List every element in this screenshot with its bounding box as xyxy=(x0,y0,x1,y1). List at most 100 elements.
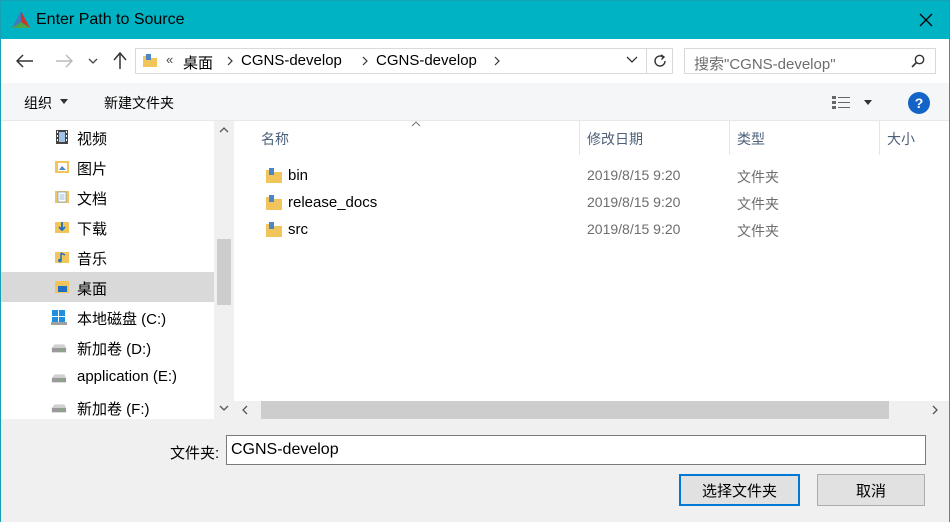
close-icon xyxy=(919,13,933,27)
nav-item-label: 文档 xyxy=(77,191,108,208)
nav-scrollbar[interactable] xyxy=(214,121,234,419)
close-button[interactable] xyxy=(903,1,949,39)
caret-down-icon[interactable] xyxy=(60,99,68,104)
downloads-folder-icon xyxy=(55,222,69,233)
sort-ascending-icon xyxy=(411,121,421,127)
chevron-right-icon[interactable] xyxy=(362,56,368,66)
app-logo-icon xyxy=(12,11,30,28)
documents-folder-icon xyxy=(55,191,69,203)
drive-icon xyxy=(51,344,67,353)
column-divider[interactable] xyxy=(879,121,880,155)
folder-icon xyxy=(266,222,282,237)
horizontal-scrollbar[interactable] xyxy=(234,401,949,419)
nav-item-drive-c[interactable]: 本地磁盘 (C:) xyxy=(1,302,214,332)
breadcrumb-cgns-develop[interactable]: CGNS-develop xyxy=(241,52,342,69)
address-overflow[interactable]: « xyxy=(166,52,173,67)
file-row[interactable]: bin 2019/8/15 9:20 文件夹 xyxy=(256,162,946,189)
nav-item-pictures[interactable]: 图片 xyxy=(1,152,214,182)
file-type: 文件夹 xyxy=(737,196,779,212)
address-row: « 桌面 CGNS-develop CGNS-develop 搜索"CGNS-d… xyxy=(1,39,949,83)
dialog-footer: 文件夹: 选择文件夹 取消 xyxy=(1,419,949,522)
nav-item-drive-d[interactable]: 新加卷 (D:) xyxy=(1,332,214,362)
nav-item-drive-e[interactable]: application (E:) xyxy=(1,362,214,392)
chevron-left-icon[interactable] xyxy=(242,405,248,415)
file-modified: 2019/8/15 9:20 xyxy=(587,194,681,210)
column-header-size[interactable]: 大小 xyxy=(887,129,915,149)
file-modified: 2019/8/15 9:20 xyxy=(587,167,681,183)
nav-item-label: application (E:) xyxy=(77,368,178,385)
select-folder-button[interactable]: 选择文件夹 xyxy=(679,474,800,506)
file-row[interactable]: release_docs 2019/8/15 9:20 文件夹 xyxy=(256,189,946,216)
nav-item-music[interactable]: 音乐 xyxy=(1,242,214,272)
folder-icon xyxy=(266,195,282,210)
column-header-modified[interactable]: 修改日期 xyxy=(587,129,643,149)
command-bar: 组织 新建文件夹 ? xyxy=(1,83,949,121)
new-folder-button[interactable]: 新建文件夹 xyxy=(104,93,174,113)
file-name: release_docs xyxy=(288,194,378,211)
nav-item-label: 视频 xyxy=(77,131,108,148)
nav-item-label: 新加卷 (D:) xyxy=(77,341,152,358)
folder-icon xyxy=(266,168,282,183)
file-list: 名称 修改日期 类型 大小 bin 2019/8/15 9:20 文件夹 rel… xyxy=(234,121,949,401)
file-name: bin xyxy=(288,167,309,184)
up-button[interactable] xyxy=(108,49,132,73)
breadcrumb-desktop[interactable]: 桌面 xyxy=(183,52,213,73)
nav-item-label: 图片 xyxy=(77,161,108,178)
refresh-icon xyxy=(653,54,666,67)
help-icon[interactable]: ? xyxy=(908,92,930,114)
column-header-type[interactable]: 类型 xyxy=(737,129,765,149)
arrow-right-icon xyxy=(56,54,73,68)
search-box[interactable]: 搜索"CGNS-develop" xyxy=(684,48,936,74)
nav-scrollbar-thumb[interactable] xyxy=(217,239,231,305)
chevron-right-icon[interactable] xyxy=(932,405,938,415)
nav-item-documents[interactable]: 文档 xyxy=(1,182,214,212)
cancel-button[interactable]: 取消 xyxy=(817,474,925,506)
pictures-folder-icon xyxy=(55,161,69,173)
navigation-pane: 视频 图片 文档 下载 音乐 桌面 本地磁盘 (C:) 新加卷 (D:) app… xyxy=(1,121,214,419)
forward-button[interactable] xyxy=(52,49,76,73)
nav-item-downloads[interactable]: 下载 xyxy=(1,212,214,242)
recent-locations-button[interactable] xyxy=(83,49,103,73)
folder-input[interactable] xyxy=(226,435,926,465)
organize-button[interactable]: 组织 xyxy=(24,93,52,113)
drive-icon xyxy=(51,404,67,413)
chevron-up-icon[interactable] xyxy=(219,127,229,133)
search-icon[interactable] xyxy=(911,54,925,68)
arrow-up-icon xyxy=(113,52,127,69)
nav-item-label: 音乐 xyxy=(77,251,108,268)
nav-item-label: 桌面 xyxy=(77,281,108,298)
chevron-right-icon[interactable] xyxy=(227,56,233,66)
window-title: Enter Path to Source xyxy=(36,11,185,28)
folder-icon xyxy=(143,54,157,67)
chevron-down-icon[interactable] xyxy=(626,56,638,64)
chevron-down-icon xyxy=(88,58,98,64)
windows-drive-icon xyxy=(51,310,67,325)
breadcrumb-cgns-develop-current[interactable]: CGNS-develop xyxy=(376,52,477,69)
music-folder-icon xyxy=(55,252,69,263)
nav-item-videos[interactable]: 视频 xyxy=(1,122,214,152)
file-row[interactable]: src 2019/8/15 9:20 文件夹 xyxy=(256,216,946,243)
dialog-window: Enter Path to Source « 桌面 CGNS-develop C… xyxy=(0,0,950,522)
column-header-name[interactable]: 名称 xyxy=(261,129,289,149)
file-type: 文件夹 xyxy=(737,223,779,239)
drive-icon xyxy=(51,374,67,383)
column-divider[interactable] xyxy=(729,121,730,155)
chevron-right-icon[interactable] xyxy=(494,56,500,66)
horizontal-scrollbar-thumb[interactable] xyxy=(261,401,889,419)
title-bar: Enter Path to Source xyxy=(1,1,949,39)
arrow-left-icon xyxy=(16,54,33,68)
nav-item-desktop[interactable]: 桌面 xyxy=(1,272,214,302)
address-bar[interactable]: « 桌面 CGNS-develop CGNS-develop xyxy=(135,48,647,74)
view-options-icon[interactable] xyxy=(832,95,850,109)
desktop-folder-icon xyxy=(55,281,69,293)
back-button[interactable] xyxy=(13,49,37,73)
nav-item-label: 本地磁盘 (C:) xyxy=(77,311,167,328)
chevron-down-icon[interactable] xyxy=(219,405,229,411)
caret-down-icon[interactable] xyxy=(864,100,872,105)
refresh-button[interactable] xyxy=(647,48,673,74)
column-divider[interactable] xyxy=(579,121,580,155)
nav-item-drive-f[interactable]: 新加卷 (F:) xyxy=(1,392,214,419)
nav-item-label: 下载 xyxy=(77,221,108,238)
file-modified: 2019/8/15 9:20 xyxy=(587,221,681,237)
search-input[interactable]: 搜索"CGNS-develop" xyxy=(694,53,836,74)
